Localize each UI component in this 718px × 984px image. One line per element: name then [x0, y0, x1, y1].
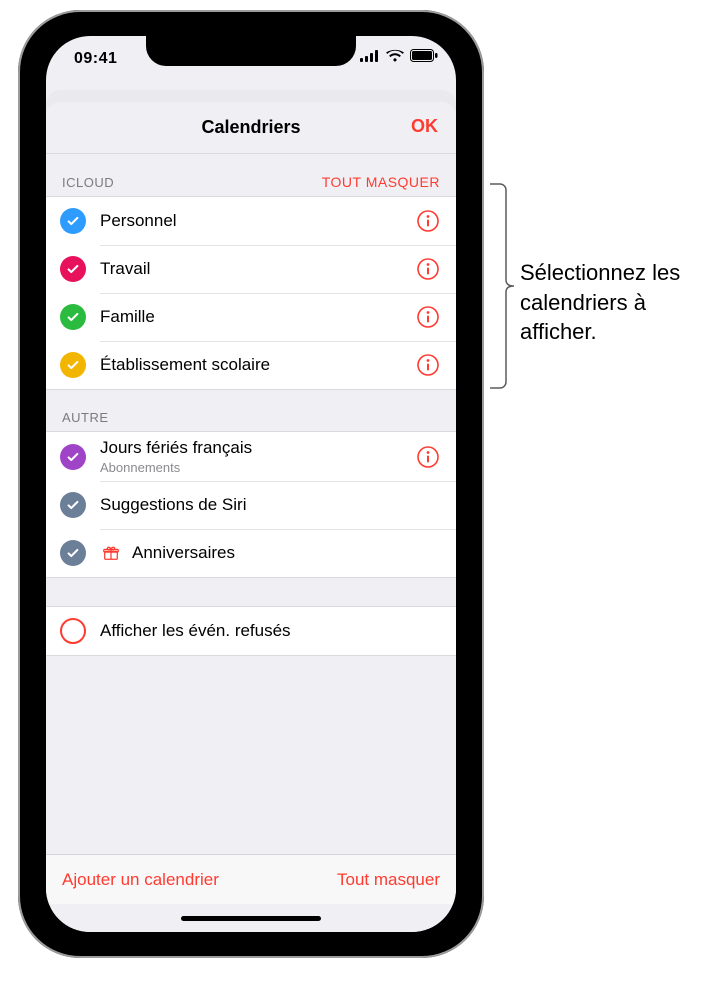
- calendar-label: Suggestions de Siri: [100, 495, 440, 515]
- info-icon: [416, 305, 440, 329]
- checkbox-jours-feries[interactable]: [60, 444, 86, 470]
- calendar-label: Travail: [100, 259, 416, 279]
- checkbox-declined[interactable]: [60, 618, 86, 644]
- calendar-row-personnel[interactable]: Personnel: [46, 197, 456, 245]
- declined-label: Afficher les évén. refusés: [100, 621, 440, 641]
- status-right: [360, 49, 438, 62]
- info-icon: [416, 257, 440, 281]
- hide-all-icloud-button[interactable]: TOUT MASQUER: [322, 174, 440, 190]
- checkmark-icon: [66, 498, 80, 512]
- section-gap: [46, 578, 456, 606]
- checkmark-icon: [66, 310, 80, 324]
- info-icon: [416, 209, 440, 233]
- calendar-label: Anniversaires: [132, 543, 440, 563]
- callout-text: Sélectionnez les calendriers à afficher.: [520, 258, 710, 347]
- checkbox-etablissement[interactable]: [60, 352, 86, 378]
- calendar-row-travail[interactable]: Travail: [46, 245, 456, 293]
- gift-icon: [100, 544, 122, 562]
- calendar-label: Jours fériés français: [100, 438, 416, 458]
- checkmark-icon: [66, 450, 80, 464]
- sheet-header: Calendriers OK: [46, 102, 456, 154]
- section-header-label: AUTRE: [62, 410, 109, 425]
- sheet-title: Calendriers: [201, 117, 300, 138]
- checkmark-icon: [66, 214, 80, 228]
- info-button[interactable]: [416, 257, 440, 281]
- checkmark-icon: [66, 358, 80, 372]
- calendar-label: Personnel: [100, 211, 416, 231]
- info-button[interactable]: [416, 209, 440, 233]
- calendar-row-jours-feries[interactable]: Jours fériés français Abonnements: [46, 432, 456, 481]
- checkbox-siri[interactable]: [60, 492, 86, 518]
- phone-screen: 09:41: [46, 36, 456, 932]
- checkmark-icon: [66, 262, 80, 276]
- phone-notch: [146, 36, 356, 66]
- wifi-icon: [386, 49, 404, 62]
- calendar-label: Établissement scolaire: [100, 355, 416, 375]
- bottom-toolbar: Ajouter un calendrier Tout masquer: [46, 854, 456, 904]
- info-icon: [416, 445, 440, 469]
- calendar-row-anniversaires[interactable]: Anniversaires: [46, 529, 456, 577]
- battery-icon: [410, 49, 438, 62]
- info-button[interactable]: [416, 305, 440, 329]
- checkbox-travail[interactable]: [60, 256, 86, 282]
- checkbox-personnel[interactable]: [60, 208, 86, 234]
- info-button[interactable]: [416, 353, 440, 377]
- icloud-list: Personnel Travail: [46, 196, 456, 390]
- section-header-icloud: ICLOUD TOUT MASQUER: [46, 154, 456, 196]
- show-declined-row[interactable]: Afficher les évén. refusés: [46, 607, 456, 655]
- cellular-icon: [360, 50, 380, 62]
- hide-all-button[interactable]: Tout masquer: [337, 870, 440, 890]
- calendar-row-siri[interactable]: Suggestions de Siri: [46, 481, 456, 529]
- done-button[interactable]: OK: [411, 116, 438, 137]
- checkbox-famille[interactable]: [60, 304, 86, 330]
- declined-list: Afficher les évén. refusés: [46, 606, 456, 656]
- calendar-row-etablissement[interactable]: Établissement scolaire: [46, 341, 456, 389]
- checkbox-anniversaires[interactable]: [60, 540, 86, 566]
- calendars-sheet: Calendriers OK ICLOUD TOUT MASQUER: [46, 102, 456, 932]
- section-header-autre: AUTRE: [46, 390, 456, 431]
- calendar-label: Famille: [100, 307, 416, 327]
- autre-list: Jours fériés français Abonnements: [46, 431, 456, 578]
- calendar-row-famille[interactable]: Famille: [46, 293, 456, 341]
- home-indicator[interactable]: [46, 904, 456, 932]
- section-header-label: ICLOUD: [62, 175, 114, 190]
- status-time: 09:41: [74, 50, 117, 68]
- calendar-sublabel: Abonnements: [100, 460, 416, 475]
- info-icon: [416, 353, 440, 377]
- add-calendar-button[interactable]: Ajouter un calendrier: [62, 870, 219, 890]
- checkmark-icon: [66, 546, 80, 560]
- info-button[interactable]: [416, 445, 440, 469]
- phone-frame: 09:41: [18, 10, 484, 958]
- callout-bracket-icon: [488, 182, 518, 392]
